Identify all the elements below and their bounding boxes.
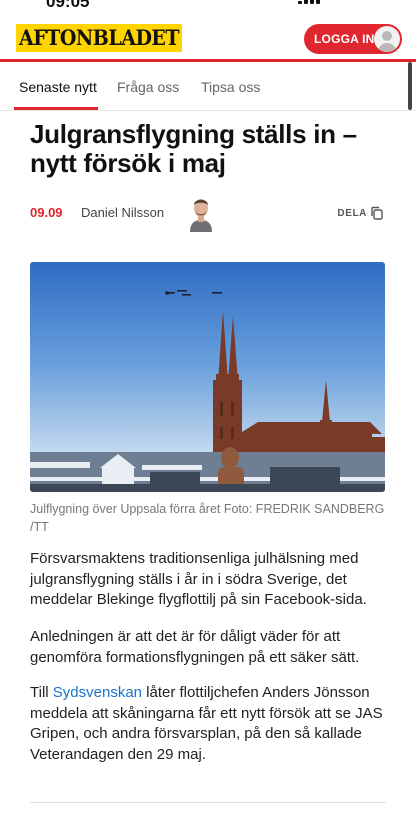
logo-text: AFTONBLADET <box>19 25 180 51</box>
article-paragraph-2: Anledningen är att det är för dåligt väd… <box>30 628 360 666</box>
status-bar: 09:05 <box>0 0 416 14</box>
tab-tipsa-oss[interactable]: Tipsa oss <box>201 79 260 95</box>
aftonbladet-logo[interactable]: AFTONBLADET <box>16 24 183 52</box>
article-image[interactable] <box>30 262 385 492</box>
author-portrait <box>187 194 215 232</box>
signal-icon <box>298 0 338 4</box>
sydsvenskan-link[interactable]: Sydsvenskan <box>53 684 142 701</box>
author-name[interactable]: Daniel Nilsson <box>81 205 164 220</box>
share-button[interactable]: DELA <box>337 206 384 220</box>
status-time: 09:05 <box>46 0 90 11</box>
section-tabs: Senaste nytt Fråga oss Tipsa oss <box>0 65 416 111</box>
copy-icon <box>371 206 383 220</box>
share-label: DELA <box>337 207 367 219</box>
tab-fraga-oss[interactable]: Fråga oss <box>117 79 179 95</box>
image-caption: Julflygning över Uppsala förra året Foto… <box>30 502 385 534</box>
article-paragraph-1: Försvarsmaktens traditionsenliga julhäls… <box>30 550 367 608</box>
login-button[interactable]: LOGGA IN <box>304 24 402 54</box>
content-divider <box>30 802 386 803</box>
article-paragraph-3: Till Sydsvenskan låter flottiljchefen An… <box>30 683 390 765</box>
site-header: AFTONBLADET LOGGA IN <box>0 14 416 62</box>
login-label: LOGGA IN <box>314 32 375 46</box>
paragraph-text: Till <box>30 684 53 701</box>
tab-senaste-nytt[interactable]: Senaste nytt <box>19 79 97 95</box>
active-tab-indicator <box>14 107 98 110</box>
article-meta: 09.09 Daniel Nilsson DELA <box>30 194 386 234</box>
publish-date: 09.09 <box>30 205 63 220</box>
scrollbar[interactable] <box>408 62 412 110</box>
article-title: Julgransflygning ställs in – nytt försök… <box>30 119 357 178</box>
user-icon <box>374 26 400 52</box>
